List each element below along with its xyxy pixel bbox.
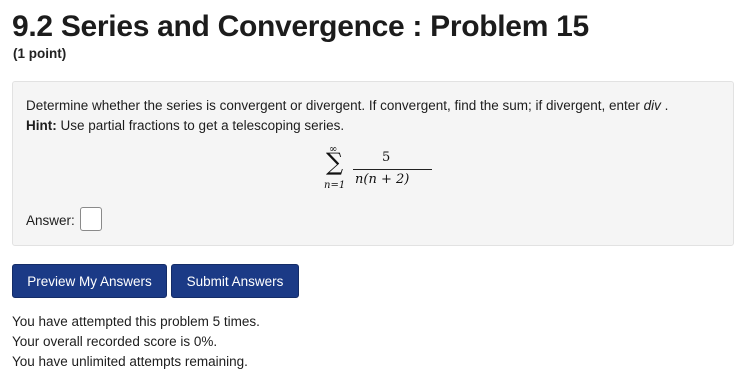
points-label: (1 point) [13, 46, 67, 61]
hint-body: Use partial fractions to get a telescopi… [56, 118, 345, 133]
answer-label: Answer: [26, 213, 75, 228]
problem-box: Determine whether the series is converge… [12, 81, 734, 246]
remaining-text: You have unlimited attempts remaining. [12, 354, 248, 369]
fraction-bar [353, 169, 432, 170]
fraction-denominator: n(n + 2) [355, 172, 410, 187]
attempts-text: You have attempted this problem 5 times. [12, 314, 260, 329]
div-keyword: div [643, 98, 661, 113]
preview-answers-button[interactable]: Preview My Answers [12, 264, 167, 298]
sum-lower-limit: n=1 [324, 180, 346, 191]
fraction-numerator: 5 [382, 150, 391, 165]
question-suffix: . [664, 98, 669, 113]
answer-input[interactable] [80, 207, 102, 231]
sigma-symbol: ∑ [326, 148, 344, 176]
series-formula: ∞ ∑ n=1 5 n(n + 2) [324, 144, 436, 200]
hint-text: Hint: Use partial fractions to get a tel… [26, 116, 344, 136]
hint-label: Hint: [26, 118, 57, 133]
score-text: Your overall recorded score is 0%. [12, 334, 218, 349]
question-prefix: Determine whether the series is converge… [26, 98, 640, 113]
page-title: 9.2 Series and Convergence : Problem 15 [12, 10, 589, 43]
question-text: Determine whether the series is converge… [26, 96, 668, 116]
submit-answers-button[interactable]: Submit Answers [171, 264, 299, 298]
